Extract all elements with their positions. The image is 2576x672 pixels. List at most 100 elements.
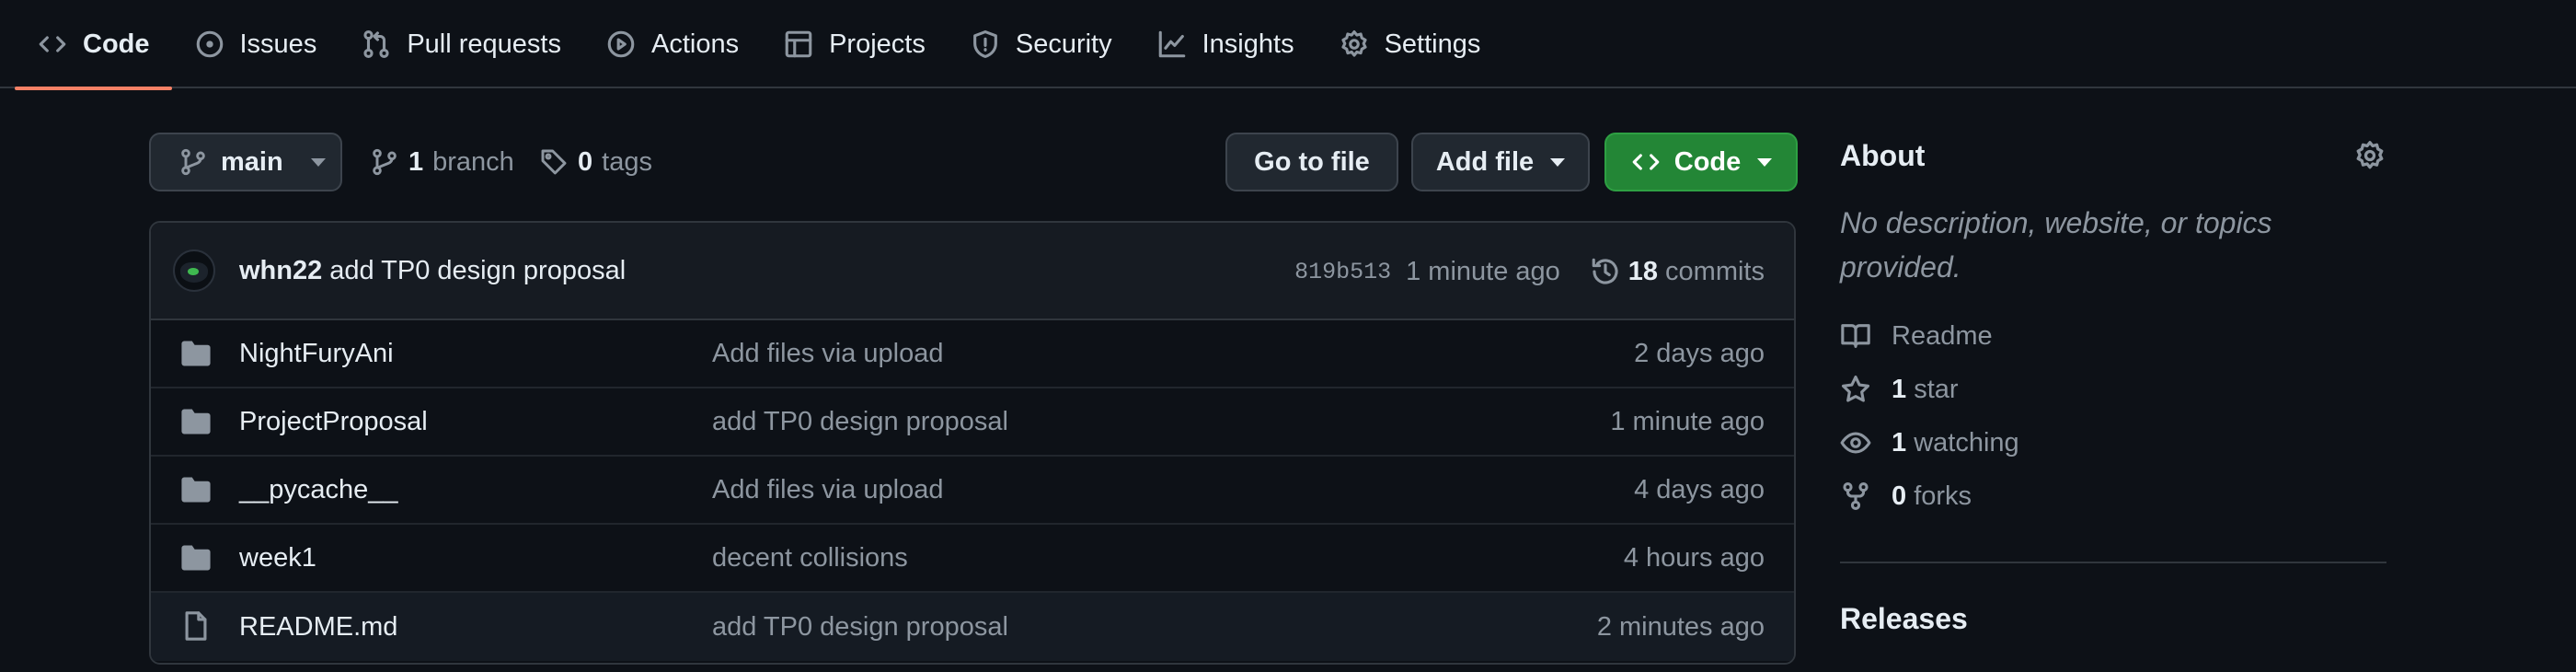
branch-bar: main 1 branch 0 tags Go to file Add file… — [149, 133, 1798, 191]
commit-count: 18 — [1627, 256, 1659, 286]
tab-label: Code — [83, 29, 150, 59]
file-name[interactable]: README.md — [239, 612, 397, 643]
file-age: 4 hours ago — [1623, 542, 1765, 573]
tag-count: 0 — [578, 146, 593, 177]
file-row[interactable]: __pycache__ Add files via upload 4 days … — [151, 457, 1794, 525]
file-table: whn22 add TP0 design proposal 819b513 1 … — [149, 221, 1796, 665]
file-commit-message[interactable]: Add files via upload — [712, 339, 944, 369]
file-icon — [180, 611, 212, 642]
folder-icon — [180, 476, 212, 504]
branch-select-button[interactable]: main — [149, 133, 342, 191]
chevron-down-icon — [310, 157, 326, 167]
folder-icon — [180, 408, 212, 435]
tab-label: Projects — [829, 29, 926, 59]
forks-count: 0 — [1892, 481, 1907, 511]
tab-issues[interactable]: Issues — [172, 0, 339, 88]
stars-word: star — [1914, 374, 1959, 404]
folder-icon — [180, 340, 212, 367]
tab-label: Pull requests — [407, 29, 561, 59]
fork-icon — [1840, 481, 1871, 512]
history-icon — [1590, 256, 1621, 287]
star-icon — [1840, 374, 1871, 405]
tab-projects[interactable]: Projects — [761, 0, 948, 88]
file-name[interactable]: NightFuryAni — [239, 339, 394, 369]
issue-icon — [194, 29, 225, 60]
branch-count: 1 — [408, 146, 424, 177]
tab-actions[interactable]: Actions — [583, 0, 761, 88]
tab-label: Issues — [239, 29, 317, 59]
gear-icon — [1339, 29, 1370, 60]
file-commit-message[interactable]: add TP0 design proposal — [712, 407, 1008, 437]
tab-label: Insights — [1202, 29, 1294, 59]
file-name[interactable]: week1 — [239, 543, 316, 574]
tab-label: Actions — [650, 29, 740, 59]
about-sidebar: About No description, website, or topics… — [1840, 133, 2386, 636]
tab-pull-requests[interactable]: Pull requests — [339, 0, 583, 88]
about-description: No description, website, or topics provi… — [1840, 206, 2272, 284]
forks-link[interactable]: 0 forks — [1840, 469, 2386, 523]
git-branch-icon — [370, 147, 399, 177]
go-to-file-button[interactable]: Go to file — [1225, 133, 1398, 191]
tag-word: tags — [602, 146, 652, 177]
file-commit-message[interactable]: Add files via upload — [712, 475, 944, 505]
avatar[interactable] — [173, 249, 215, 292]
file-age: 1 minute ago — [1610, 406, 1765, 436]
stars-count: 1 — [1892, 374, 1907, 404]
code-icon — [1630, 146, 1662, 178]
code-dropdown-button[interactable]: Code — [1604, 133, 1798, 191]
branches-link[interactable]: 1 branch — [370, 133, 514, 191]
file-row[interactable]: ProjectProposal add TP0 design proposal … — [151, 388, 1794, 457]
gear-icon[interactable] — [2353, 139, 2386, 172]
branch-word: branch — [432, 146, 514, 177]
readme-label: Readme — [1892, 320, 1993, 351]
commit-message[interactable]: add TP0 design proposal — [329, 256, 626, 286]
file-row[interactable]: NightFuryAni Add files via upload 2 days… — [151, 320, 1794, 388]
commit-sha[interactable]: 819b513 — [1294, 259, 1391, 285]
watching-link[interactable]: 1 watching — [1840, 416, 2386, 469]
shield-icon — [970, 29, 1001, 60]
play-icon — [605, 29, 637, 60]
file-age: 4 days ago — [1634, 474, 1765, 504]
file-commit-message[interactable]: decent collisions — [712, 543, 908, 574]
file-row[interactable]: README.md add TP0 design proposal 2 minu… — [151, 593, 1794, 661]
about-heading: About — [1840, 139, 1926, 172]
folder-icon — [180, 544, 212, 572]
graph-icon — [1156, 29, 1188, 60]
tags-link[interactable]: 0 tags — [539, 133, 652, 191]
code-icon — [37, 29, 68, 60]
tab-settings[interactable]: Settings — [1317, 0, 1503, 88]
eye-icon — [1840, 427, 1871, 458]
tab-label: Security — [1015, 29, 1112, 59]
tab-security[interactable]: Security — [948, 0, 1134, 88]
watching-count: 1 — [1892, 427, 1907, 458]
branch-name: main — [221, 146, 283, 177]
releases-heading[interactable]: Releases — [1840, 602, 2386, 636]
chevron-down-icon — [1757, 157, 1773, 167]
tab-insights[interactable]: Insights — [1134, 0, 1317, 88]
tag-icon — [539, 147, 569, 177]
go-to-file-label: Go to file — [1254, 146, 1370, 177]
commit-author[interactable]: whn22 — [239, 256, 322, 286]
chevron-down-icon — [1550, 157, 1566, 167]
file-age: 2 minutes ago — [1596, 611, 1765, 642]
pull-request-icon — [361, 29, 392, 60]
about-stats: Readme 1 star 1 watching 0 forks — [1840, 309, 2386, 523]
stars-link[interactable]: 1 star — [1840, 363, 2386, 416]
add-file-label: Add file — [1435, 146, 1535, 177]
commit-count-word: commits — [1665, 256, 1765, 286]
latest-commit-row: whn22 add TP0 design proposal 819b513 1 … — [151, 223, 1794, 320]
add-file-button[interactable]: Add file — [1411, 133, 1590, 191]
forks-word: forks — [1914, 481, 1972, 511]
watching-word: watching — [1914, 427, 2019, 458]
readme-link[interactable]: Readme — [1840, 309, 2386, 363]
tab-label: Settings — [1384, 29, 1481, 59]
file-row[interactable]: week1 decent collisions 4 hours ago — [151, 525, 1794, 593]
commit-meta: 819b513 1 minute ago 18 commits — [1294, 223, 1765, 320]
commits-link[interactable]: 18 commits — [1590, 256, 1765, 287]
file-name[interactable]: ProjectProposal — [239, 407, 428, 437]
file-name[interactable]: __pycache__ — [239, 475, 398, 505]
tab-code[interactable]: Code — [15, 0, 172, 90]
file-commit-message[interactable]: add TP0 design proposal — [712, 612, 1008, 643]
divider — [1840, 562, 2386, 563]
book-icon — [1840, 320, 1871, 352]
